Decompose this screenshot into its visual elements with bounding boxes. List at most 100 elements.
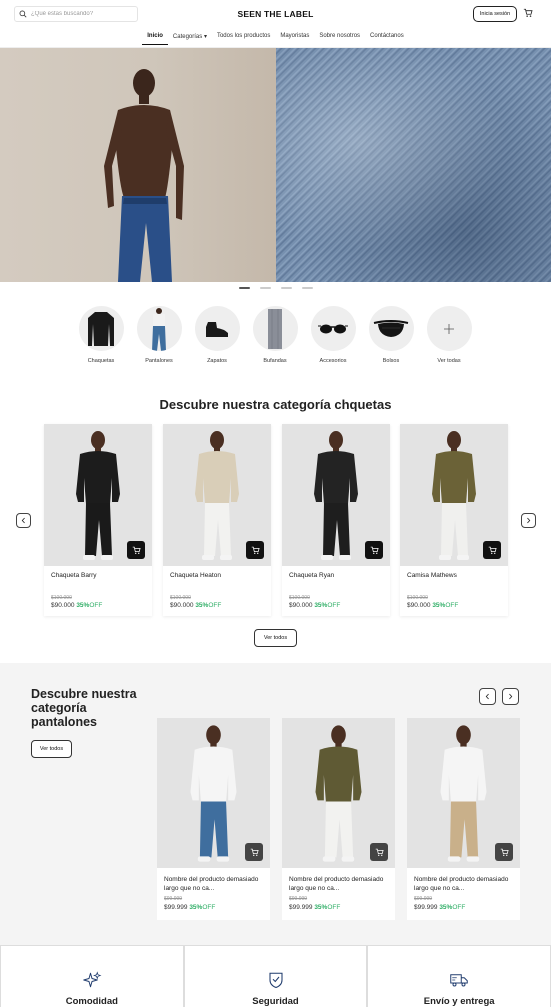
feature-label: Envío y entrega bbox=[423, 996, 495, 1007]
section-jackets-title: Descubre nuestra categoría chquetas bbox=[159, 397, 392, 412]
nav-contactanos[interactable]: Contáctanos bbox=[365, 31, 409, 45]
add-to-cart-button[interactable] bbox=[127, 541, 145, 559]
product-discount: 35% bbox=[76, 602, 90, 609]
feature-envio: Envío y entrega bbox=[367, 946, 551, 1007]
feature-seguridad: Seguridad bbox=[183, 946, 368, 1007]
product-off-label: OFF bbox=[208, 602, 222, 609]
cart-icon bbox=[375, 848, 384, 856]
product-off-label: OFF bbox=[202, 904, 216, 911]
scarf-icon bbox=[252, 306, 298, 351]
add-to-cart-button[interactable] bbox=[483, 541, 501, 559]
product-name: Camisa Mathews bbox=[407, 572, 457, 579]
category-ver-todas[interactable]: Ver todas bbox=[426, 306, 472, 364]
product-name: Nombre del producto demasiado largo que … bbox=[289, 876, 384, 892]
product-discount: 35% bbox=[432, 602, 446, 609]
slider-dot-1[interactable] bbox=[238, 287, 250, 289]
pants-icon bbox=[136, 306, 182, 351]
product-price-line: $90.000 35%OFF bbox=[44, 602, 109, 609]
slider-dot-3[interactable] bbox=[280, 287, 292, 289]
sunglasses-icon bbox=[310, 306, 356, 351]
add-to-cart-button[interactable] bbox=[495, 843, 513, 861]
carousel-prev-button[interactable] bbox=[16, 513, 31, 528]
category-zapatos[interactable]: Zapatos bbox=[194, 306, 240, 364]
product-price: $90.000 bbox=[51, 602, 75, 609]
product-card[interactable]: Chaqueta Heaton $100.000 $90.000 35%OFF bbox=[163, 424, 271, 616]
product-discount: 35% bbox=[314, 904, 328, 911]
product-image bbox=[44, 424, 152, 566]
cart-icon bbox=[488, 546, 497, 554]
product-price-line: $90.000 35%OFF bbox=[163, 602, 228, 609]
plus-icon bbox=[426, 306, 472, 351]
login-button[interactable]: Inicia sesión bbox=[473, 6, 517, 22]
add-to-cart-button[interactable] bbox=[370, 843, 388, 861]
category-list: Chaquetas Pantalones Zapatos Bufandas Ac… bbox=[78, 306, 472, 364]
product-image bbox=[407, 718, 520, 868]
product-old-price: $100.000 bbox=[289, 595, 310, 601]
product-discount: 35% bbox=[314, 602, 328, 609]
category-chaquetas[interactable]: Chaquetas bbox=[78, 306, 124, 364]
hero-slider-dots bbox=[0, 287, 551, 289]
shoe-icon bbox=[194, 306, 240, 351]
product-old-price: $99.999 bbox=[164, 896, 183, 902]
slider-dot-4[interactable] bbox=[301, 287, 313, 289]
nav-mayoristas[interactable]: Mayoristas bbox=[275, 31, 314, 45]
pants-next-button[interactable] bbox=[502, 688, 519, 705]
add-to-cart-button[interactable] bbox=[365, 541, 383, 559]
cart-icon bbox=[250, 848, 259, 856]
carousel-next-button[interactable] bbox=[521, 513, 536, 528]
product-price-line: $90.000 35%OFF bbox=[282, 602, 347, 609]
sparkle-icon bbox=[83, 971, 102, 988]
nav-inicio[interactable]: Inicio bbox=[142, 31, 168, 45]
add-to-cart-button[interactable] bbox=[245, 843, 263, 861]
chevron-left-icon bbox=[21, 517, 25, 524]
product-off-label: OFF bbox=[445, 602, 459, 609]
add-to-cart-button[interactable] bbox=[246, 541, 264, 559]
product-off-label: OFF bbox=[89, 602, 103, 609]
category-pantalones[interactable]: Pantalones bbox=[136, 306, 182, 364]
category-bufandas[interactable]: Bufandas bbox=[252, 306, 298, 364]
product-image bbox=[400, 424, 508, 566]
product-old-price: $100.000 bbox=[51, 595, 72, 601]
nav-todos-productos[interactable]: Todos los productos bbox=[212, 31, 275, 45]
product-price-line: $99.999 35%OFF bbox=[407, 904, 472, 911]
section-pants: Descubre nuestra categoría pantalones Ve… bbox=[0, 663, 551, 945]
brand-logo[interactable]: SEEN THE LABEL bbox=[0, 9, 551, 19]
product-name: Chaqueta Ryan bbox=[289, 572, 335, 579]
product-price: $99.999 bbox=[414, 904, 438, 911]
category-accesorios[interactable]: Accesorios bbox=[310, 306, 356, 364]
truck-icon bbox=[450, 974, 468, 987]
nav-sobre-nosotros[interactable]: Sobre nosotros bbox=[314, 31, 365, 45]
product-price: $90.000 bbox=[289, 602, 313, 609]
product-discount: 35% bbox=[195, 602, 209, 609]
product-card[interactable]: Camisa Mathews $100.000 $90.000 35%OFF bbox=[400, 424, 508, 616]
product-card[interactable]: Chaqueta Ryan $100.000 $90.000 35%OFF bbox=[282, 424, 390, 616]
product-old-price: $100.000 bbox=[407, 595, 428, 601]
product-image bbox=[282, 424, 390, 566]
product-name: Chaqueta Barry bbox=[51, 572, 97, 579]
product-off-label: OFF bbox=[452, 904, 466, 911]
cart-icon[interactable] bbox=[523, 8, 533, 18]
nav-categorias[interactable]: Categorías ▾ bbox=[168, 31, 212, 45]
product-off-label: OFF bbox=[327, 602, 341, 609]
product-image bbox=[157, 718, 270, 868]
product-card[interactable]: Nombre del producto demasiado largo que … bbox=[282, 718, 395, 920]
jacket-icon bbox=[78, 306, 124, 351]
slider-dot-2[interactable] bbox=[259, 287, 271, 289]
product-price: $99.999 bbox=[289, 904, 313, 911]
product-card[interactable]: Chaqueta Barry $100.000 $90.000 35%OFF bbox=[44, 424, 152, 616]
view-all-pants-button[interactable]: Ver todos bbox=[31, 740, 72, 758]
product-card[interactable]: Nombre del producto demasiado largo que … bbox=[407, 718, 520, 920]
view-all-jackets-button[interactable]: Ver todos bbox=[254, 629, 297, 647]
category-label: Zapatos bbox=[207, 358, 227, 364]
pants-prev-button[interactable] bbox=[479, 688, 496, 705]
product-old-price: $100.000 bbox=[170, 595, 191, 601]
product-price-line: $99.999 35%OFF bbox=[157, 904, 222, 911]
hero-banner[interactable] bbox=[0, 48, 551, 282]
product-discount: 35% bbox=[439, 904, 453, 911]
cart-icon bbox=[132, 546, 141, 554]
chevron-left-icon bbox=[485, 693, 489, 700]
product-card[interactable]: Nombre del producto demasiado largo que … bbox=[157, 718, 270, 920]
category-label: Bolsos bbox=[382, 358, 400, 364]
category-bolsos[interactable]: Bolsos bbox=[368, 306, 414, 364]
product-old-price: $99.999 bbox=[414, 896, 433, 902]
